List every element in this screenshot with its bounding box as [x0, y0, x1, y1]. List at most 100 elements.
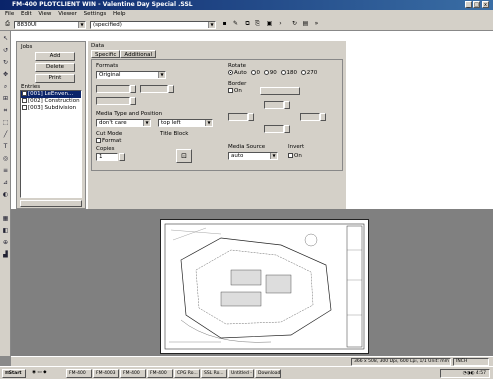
copies-input[interactable]: 1	[96, 153, 118, 161]
view-icon[interactable]: ▣	[265, 20, 274, 29]
save-icon[interactable]: ▪	[220, 20, 229, 29]
menu-settings[interactable]: Settings	[84, 11, 107, 17]
maximize-button[interactable]: □	[473, 1, 480, 8]
add-job-button[interactable]: Add	[35, 52, 75, 61]
copy-icon[interactable]: ⧉	[243, 20, 252, 29]
close-button[interactable]: x	[482, 1, 489, 8]
taskbar-item[interactable]: FM-400	[120, 369, 146, 378]
height-spinner[interactable]	[168, 85, 174, 93]
stack-icon[interactable]: ▤	[301, 20, 310, 29]
rotate-icon[interactable]: ↺	[1, 46, 10, 55]
border-right-field[interactable]	[300, 113, 320, 121]
entry-checkbox[interactable]	[22, 105, 27, 110]
desktop-icon[interactable]: ▭	[37, 370, 41, 375]
refresh-icon[interactable]: ↻	[290, 20, 299, 29]
app-icon[interactable]: ◆	[43, 370, 46, 375]
taskbar-item[interactable]: FM-4003	[93, 369, 119, 378]
formats-select[interactable]: Original ▼	[96, 71, 166, 79]
settings-icon[interactable]: ✎	[231, 20, 240, 29]
list-item[interactable]: [001] LeEnven...	[21, 91, 81, 98]
printer-icon[interactable]: ⎙	[3, 20, 12, 29]
pan-icon[interactable]: ✥	[1, 70, 10, 79]
crop-icon[interactable]: ⌗	[1, 106, 10, 115]
profile-select[interactable]: (specified) ▼	[90, 21, 216, 29]
stamp-icon[interactable]: ◎	[1, 154, 10, 163]
rotate-180-option[interactable]: 180	[280, 70, 297, 76]
tab-specific[interactable]: Specific	[91, 50, 121, 58]
taskbar-item[interactable]: FM-400	[147, 369, 173, 378]
margin-field[interactable]	[96, 97, 130, 105]
border-left-spinner[interactable]	[248, 113, 254, 121]
taskbar-item[interactable]: Download	[255, 369, 281, 378]
mark-icon[interactable]: ⊿	[1, 178, 10, 187]
media-type-select[interactable]: don't care ▼	[96, 119, 151, 127]
entry-checkbox[interactable]	[22, 91, 27, 96]
ie-icon[interactable]: ◉	[32, 370, 36, 375]
menu-view[interactable]: View	[38, 11, 51, 17]
start-button[interactable]: ⊞Start	[2, 369, 26, 378]
width-spinner[interactable]	[130, 85, 136, 93]
next-icon[interactable]: »	[312, 20, 321, 29]
list-item[interactable]: [002] Construction	[21, 98, 81, 105]
border-settings-button[interactable]	[260, 87, 300, 95]
zoom-preview-icon[interactable]: ⊕	[1, 238, 10, 247]
taskbar-item[interactable]: CPG Ro...	[174, 369, 200, 378]
menu-viewer[interactable]: Viewer	[58, 11, 77, 17]
border-bottom-field[interactable]	[264, 125, 284, 133]
border-option[interactable]: On	[228, 88, 242, 94]
entries-list[interactable]: [001] LeEnven... [002] Construction [003…	[20, 90, 82, 198]
drawing-sheet[interactable]	[160, 219, 369, 354]
print-job-button[interactable]: Print	[35, 74, 75, 83]
chart-icon[interactable]: ▟	[1, 250, 10, 259]
invert-option[interactable]: On	[288, 153, 302, 159]
rotate-0-option[interactable]: 0	[250, 70, 260, 76]
border-right-spinner[interactable]	[320, 113, 326, 121]
rotate-90-option[interactable]: 90	[263, 70, 277, 76]
menu-help[interactable]: Help	[113, 11, 126, 17]
rotate-auto-option[interactable]: Auto	[228, 70, 247, 76]
status-bar: 366 x 508, 300 Dpi, 600 Lpi, 1/1 Unit: m…	[11, 356, 493, 366]
paste-icon[interactable]: ⎘	[253, 20, 262, 29]
delete-job-button[interactable]: Delete	[35, 63, 75, 72]
list-item[interactable]: [003] Subdivision	[21, 105, 81, 112]
minimize-button[interactable]: _	[465, 1, 472, 8]
cut-mode-option[interactable]: Format	[96, 138, 121, 144]
title-block-button[interactable]: ⊡	[176, 149, 192, 163]
measure-icon[interactable]: ⊞	[1, 94, 10, 103]
taskbar-item[interactable]: FM-400	[66, 369, 92, 378]
border-top-field[interactable]	[264, 101, 284, 109]
menu-file[interactable]: File	[5, 11, 14, 17]
entries-scrollbar[interactable]	[20, 200, 82, 207]
taskbar-item[interactable]: Untitled -	[228, 369, 254, 378]
menu-edit[interactable]: Edit	[21, 11, 32, 17]
fit-icon[interactable]: ⬚	[1, 118, 10, 127]
color-icon[interactable]: ◐	[1, 190, 10, 199]
cut-mode-value: Format	[102, 138, 122, 144]
cut-mode-checkbox[interactable]	[96, 138, 101, 143]
layer-icon[interactable]: ≡	[1, 166, 10, 175]
text-icon[interactable]: T	[1, 142, 10, 151]
entry-checkbox[interactable]	[22, 98, 27, 103]
media-source-select[interactable]: auto ▼	[228, 152, 278, 160]
printer-select[interactable]: 8830UI ▼	[14, 21, 86, 29]
copies-spinner[interactable]	[119, 153, 125, 161]
margin-spinner[interactable]	[130, 97, 136, 105]
width-field[interactable]	[96, 85, 130, 93]
invert-checkbox[interactable]	[288, 153, 293, 158]
page-icon[interactable]: ▦	[1, 214, 10, 223]
position-select[interactable]: top left ▼	[158, 119, 213, 127]
zoom-icon[interactable]: ⌕	[1, 82, 10, 91]
height-field[interactable]	[140, 85, 168, 93]
taskbar-item[interactable]: SSL Ro...	[201, 369, 227, 378]
border-bottom-spinner[interactable]	[284, 125, 290, 133]
tab-additional[interactable]: Additional	[120, 50, 157, 58]
arrow-icon[interactable]: ›	[276, 20, 285, 29]
pointer-icon[interactable]: ↖	[1, 34, 10, 43]
rotate-right-icon[interactable]: ↻	[1, 58, 10, 67]
border-top-spinner[interactable]	[284, 101, 290, 109]
print-preview-icon[interactable]: ◧	[1, 226, 10, 235]
rotate-270-option[interactable]: 270	[300, 70, 317, 76]
border-checkbox[interactable]	[228, 88, 233, 93]
line-icon[interactable]: ╱	[1, 130, 10, 139]
border-left-field[interactable]	[228, 113, 248, 121]
